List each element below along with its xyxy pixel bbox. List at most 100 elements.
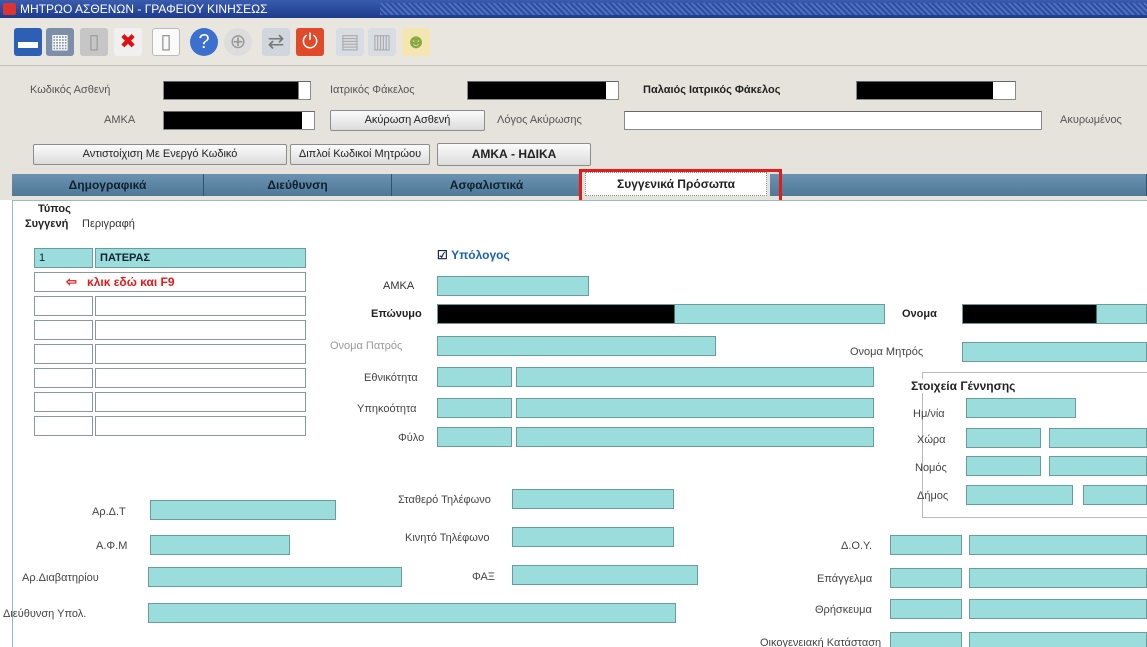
citizenship-code-field[interactable] xyxy=(437,398,512,418)
surname-label: Επώνυμο xyxy=(371,308,422,320)
municipality-label: Δήμος xyxy=(917,490,949,502)
country-label: Χώρα xyxy=(917,434,946,446)
relative-desc-cell[interactable] xyxy=(95,416,306,436)
relative-code-cell[interactable] xyxy=(34,320,93,340)
relative-code-cell[interactable] xyxy=(34,344,93,364)
arrow-left-icon: ⇦ xyxy=(66,274,77,289)
father-name-field[interactable] xyxy=(437,336,716,356)
birth-details-title: Στοιχεία Γέννησης xyxy=(908,379,1019,393)
municipality-field[interactable] xyxy=(1083,485,1147,505)
address-field[interactable] xyxy=(148,603,676,623)
relative-desc-cell[interactable] xyxy=(95,296,306,316)
landline-field[interactable] xyxy=(512,489,674,509)
tab-demographics[interactable]: Δημογραφικά xyxy=(12,174,204,196)
old-medical-folder-field[interactable] xyxy=(856,81,1016,100)
relative-code-cell[interactable] xyxy=(34,392,93,412)
power-icon[interactable]: ⏻ xyxy=(296,28,324,56)
relative-code-cell[interactable] xyxy=(34,296,93,316)
citizenship-field[interactable] xyxy=(516,398,874,418)
profession-code-field[interactable] xyxy=(890,568,962,588)
relative-desc-cell[interactable]: ΠΑΤΕΡΑΣ xyxy=(95,248,306,268)
medical-folder-field[interactable] xyxy=(467,81,619,100)
landline-label: Σταθερό Τηλέφωνο xyxy=(398,494,491,506)
prefecture-code-field[interactable] xyxy=(966,456,1041,476)
surname-field[interactable] xyxy=(437,304,885,324)
relative-desc-cell[interactable] xyxy=(95,320,306,340)
new-icon[interactable]: ▯ xyxy=(152,28,180,56)
exit-icon[interactable]: ⇄ xyxy=(262,28,290,56)
responsible-label: Υπόλογος xyxy=(451,248,510,262)
nationality-code-field[interactable] xyxy=(437,367,512,387)
name-label: Ονομα xyxy=(902,308,937,320)
tab-bar: Δημογραφικά Διεύθυνση Ασφαλιστικά Συγγεν… xyxy=(0,170,1147,200)
amka-label: ΑΜΚΑ xyxy=(104,114,136,126)
relative-desc-cell[interactable] xyxy=(95,368,306,388)
father-name-label: Ονομα Πατρός xyxy=(330,340,403,352)
patient-header: Κωδικός Ασθενή Ιατρικός Φάκελος Παλαιός … xyxy=(0,66,1147,170)
old-medical-folder-label: Παλαιός Ιατρικός Φάκελος xyxy=(643,84,781,96)
copy-icon[interactable]: ▯ xyxy=(80,28,108,56)
passport-field[interactable] xyxy=(148,567,402,587)
save-icon[interactable]: ▬ xyxy=(14,28,42,56)
duplicate-codes-button[interactable]: Διπλοί Κωδικοί Μητρώου xyxy=(290,144,430,165)
mobile-field[interactable] xyxy=(512,527,674,547)
birth-date-field[interactable] xyxy=(966,398,1076,418)
citizenship-label: Υπηκοότητα xyxy=(357,403,417,415)
delete-icon[interactable]: ✖ xyxy=(114,28,142,56)
hint-row[interactable]: ⇦ κλικ εδώ και F9 xyxy=(34,272,306,292)
country-code-field[interactable] xyxy=(966,428,1041,448)
responsible-checkbox[interactable]: ☑ Υπόλογος xyxy=(437,248,510,262)
mobile-label: Κινητό Τηλέφωνο xyxy=(405,532,490,544)
nationality-field[interactable] xyxy=(516,367,874,387)
toolbar: ▬ ▦ ▯ ✖ ▯ ? ⊕ ⇄ ⏻ ▤ ▥ ☻ xyxy=(0,18,1147,66)
users-icon[interactable]: ☻ xyxy=(402,28,430,56)
relative-desc-cell[interactable] xyxy=(95,392,306,412)
window-title: ΜΗΤΡΩΟ ΑΣΘΕΝΩΝ - ΓΡΑΦΕΙΟΥ ΚΙΝΗΣΕΩΣ xyxy=(20,2,268,16)
fax-label: ΦΑΞ xyxy=(472,571,495,583)
amka-field[interactable] xyxy=(163,111,315,130)
doy-field[interactable] xyxy=(969,535,1147,555)
print-icon[interactable]: ▦ xyxy=(46,28,74,56)
religion-field[interactable] xyxy=(969,599,1147,619)
checkbox-check-icon: ☑ xyxy=(437,248,448,262)
gender-code-field[interactable] xyxy=(437,427,512,447)
family-status-field[interactable] xyxy=(969,632,1147,647)
passport-label: Αρ.Διαβατηρίου xyxy=(22,572,99,584)
afm-field[interactable] xyxy=(150,535,290,555)
tab-address[interactable]: Διεύθυνση xyxy=(204,174,392,196)
prefecture-label: Νομός xyxy=(915,462,947,474)
prefecture-field[interactable] xyxy=(1049,456,1147,476)
id-number-field[interactable] xyxy=(150,500,336,520)
relative-desc-cell[interactable] xyxy=(95,344,306,364)
profession-field[interactable] xyxy=(969,568,1147,588)
match-active-code-button[interactable]: Αντιστοίχιση Με Ενεργό Κωδικό xyxy=(33,144,287,165)
municipality-code-field[interactable] xyxy=(966,485,1073,505)
patient-code-field[interactable] xyxy=(163,81,311,100)
birth-date-label: Ημ/νία xyxy=(913,408,945,420)
window-icon[interactable]: ▤ xyxy=(336,28,364,56)
doy-code-field[interactable] xyxy=(890,535,962,555)
cancel-reason-field[interactable] xyxy=(624,111,1042,130)
mother-name-label: Ονομα Μητρός xyxy=(850,346,924,358)
name-field[interactable] xyxy=(962,304,1147,324)
gender-field[interactable] xyxy=(516,427,874,447)
amka-idika-button[interactable]: ΑΜΚΑ - ΗΔΙΚΑ xyxy=(437,143,591,166)
relative-code-cell[interactable] xyxy=(34,368,93,388)
zoom-icon[interactable]: ⊕ xyxy=(224,28,252,56)
relative-code-cell[interactable] xyxy=(34,416,93,436)
gender-label: Φύλο xyxy=(398,432,425,444)
cancel-patient-button[interactable]: Ακύρωση Ασθενή xyxy=(330,110,485,131)
help-icon[interactable]: ? xyxy=(190,28,218,56)
address-label: Διεύθυνση Υπολ. xyxy=(3,608,87,620)
description-header: Περιγραφή xyxy=(82,218,135,230)
religion-code-field[interactable] xyxy=(890,599,962,619)
tab-insurance[interactable]: Ασφαλιστικά xyxy=(392,174,582,196)
window2-icon[interactable]: ▥ xyxy=(368,28,396,56)
patient-code-label: Κωδικός Ασθενή xyxy=(30,84,111,96)
relative-code-cell[interactable]: 1 xyxy=(34,248,93,268)
family-status-code-field[interactable] xyxy=(890,632,962,647)
country-field[interactable] xyxy=(1049,428,1147,448)
mother-name-field[interactable] xyxy=(962,342,1147,362)
fax-field[interactable] xyxy=(512,565,698,585)
relative-amka-field[interactable] xyxy=(437,276,589,296)
